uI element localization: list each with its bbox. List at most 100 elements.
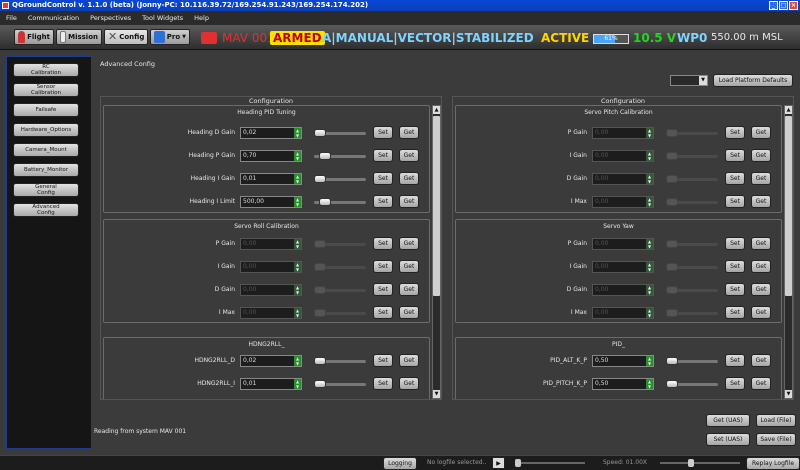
- param-get-button[interactable]: Get: [751, 283, 771, 296]
- param-value-input[interactable]: 0,02 ▲ ▼: [240, 355, 302, 367]
- param-slider[interactable]: [666, 357, 718, 365]
- scroll-thumb[interactable]: [785, 116, 792, 296]
- param-set-button[interactable]: Set: [373, 354, 393, 367]
- flight-view-button[interactable]: Flight: [14, 29, 54, 45]
- spin-arrows-icon[interactable]: ▲ ▼: [646, 356, 653, 366]
- param-get-button[interactable]: Get: [399, 260, 419, 273]
- param-slider[interactable]: [666, 198, 718, 206]
- param-value-input[interactable]: 0,00 ▲ ▼: [592, 238, 654, 250]
- param-value-input[interactable]: 0,02 ▲ ▼: [240, 127, 302, 139]
- param-value-input[interactable]: 0,00 ▲ ▼: [592, 261, 654, 273]
- scroll-up-icon[interactable]: ▲: [433, 106, 440, 114]
- param-set-button[interactable]: Set: [373, 377, 393, 390]
- param-value-input[interactable]: 0,50 ▲ ▼: [592, 378, 654, 390]
- slider-handle[interactable]: [314, 309, 326, 317]
- slider-handle[interactable]: [515, 459, 521, 467]
- param-value-input[interactable]: 0,01 ▲ ▼: [240, 378, 302, 390]
- param-value-input[interactable]: 0,00 ▲ ▼: [240, 238, 302, 250]
- sidebar-item-sensor-calibration[interactable]: Sensor Calibration: [13, 83, 79, 97]
- param-get-button[interactable]: Get: [751, 260, 771, 273]
- scroll-thumb[interactable]: [433, 116, 440, 296]
- slider-handle[interactable]: [666, 240, 678, 248]
- menu-file[interactable]: File: [6, 14, 17, 22]
- slider-handle[interactable]: [666, 175, 678, 183]
- spin-arrows-icon[interactable]: ▲ ▼: [294, 262, 301, 272]
- menu-tool-widgets[interactable]: Tool Widgets: [142, 14, 183, 22]
- slider-handle[interactable]: [318, 152, 331, 160]
- slider-handle[interactable]: [666, 309, 678, 317]
- param-set-button[interactable]: Set: [373, 126, 393, 139]
- slider-handle[interactable]: [666, 152, 678, 160]
- set-uas-button[interactable]: Set (UAS): [706, 433, 750, 446]
- load-file-button[interactable]: Load (File): [756, 414, 796, 427]
- get-uas-button[interactable]: Get (UAS): [706, 414, 750, 427]
- scroll-up-icon[interactable]: ▲: [785, 106, 792, 114]
- slider-handle[interactable]: [314, 357, 326, 365]
- sidebar-item-general-config[interactable]: General Config: [13, 183, 79, 197]
- param-get-button[interactable]: Get: [751, 195, 771, 208]
- param-set-button[interactable]: Set: [725, 354, 745, 367]
- param-set-button[interactable]: Set: [373, 195, 393, 208]
- spin-arrows-icon[interactable]: ▲ ▼: [294, 151, 301, 161]
- param-get-button[interactable]: Get: [399, 126, 419, 139]
- slider-handle[interactable]: [314, 175, 326, 183]
- spin-arrows-icon[interactable]: ▲ ▼: [646, 262, 653, 272]
- param-get-button[interactable]: Get: [751, 306, 771, 319]
- param-set-button[interactable]: Set: [373, 172, 393, 185]
- mission-view-button[interactable]: Mission: [56, 29, 102, 45]
- close-button[interactable]: ×: [789, 1, 798, 10]
- speed-slider[interactable]: [660, 459, 740, 467]
- save-file-button[interactable]: Save (File): [756, 433, 796, 446]
- param-slider[interactable]: [666, 152, 718, 160]
- param-get-button[interactable]: Get: [751, 354, 771, 367]
- param-get-button[interactable]: Get: [399, 283, 419, 296]
- param-value-input[interactable]: 0,50 ▲ ▼: [592, 355, 654, 367]
- config-view-button[interactable]: ✕ Config: [104, 29, 148, 45]
- spin-arrows-icon[interactable]: ▲ ▼: [646, 174, 653, 184]
- param-slider[interactable]: [314, 380, 366, 388]
- param-slider[interactable]: [314, 175, 366, 183]
- spin-arrows-icon[interactable]: ▲ ▼: [294, 285, 301, 295]
- param-set-button[interactable]: Set: [373, 283, 393, 296]
- param-get-button[interactable]: Get: [751, 377, 771, 390]
- param-slider[interactable]: [314, 152, 366, 160]
- param-get-button[interactable]: Get: [751, 126, 771, 139]
- slider-handle[interactable]: [314, 129, 326, 137]
- pro-view-button[interactable]: Pro ▼: [150, 29, 190, 45]
- param-value-input[interactable]: 0,00 ▲ ▼: [592, 307, 654, 319]
- spin-arrows-icon[interactable]: ▲ ▼: [646, 239, 653, 249]
- param-set-button[interactable]: Set: [725, 237, 745, 250]
- slider-handle[interactable]: [314, 380, 326, 388]
- spin-arrows-icon[interactable]: ▲ ▼: [646, 128, 653, 138]
- slider-handle[interactable]: [666, 380, 678, 388]
- param-slider[interactable]: [314, 198, 366, 206]
- param-get-button[interactable]: Get: [399, 149, 419, 162]
- param-value-input[interactable]: 0,01 ▲ ▼: [240, 173, 302, 185]
- spin-arrows-icon[interactable]: ▲ ▼: [294, 128, 301, 138]
- sidebar-item-camera-mount[interactable]: Camera_Mount: [13, 143, 79, 157]
- param-slider[interactable]: [314, 309, 366, 317]
- menu-perspectives[interactable]: Perspectives: [90, 14, 131, 22]
- sidebar-item-rc-calibration[interactable]: RC Calibration: [13, 63, 79, 77]
- sidebar-item-failsafe[interactable]: Failsafe: [13, 103, 79, 117]
- param-slider[interactable]: [666, 129, 718, 137]
- param-set-button[interactable]: Set: [725, 195, 745, 208]
- slider-handle[interactable]: [666, 129, 678, 137]
- param-slider[interactable]: [314, 240, 366, 248]
- menu-help[interactable]: Help: [194, 14, 209, 22]
- param-set-button[interactable]: Set: [373, 149, 393, 162]
- slider-handle[interactable]: [314, 263, 326, 271]
- slider-handle[interactable]: [666, 198, 678, 206]
- column-scrollbar[interactable]: ▲ ▼: [784, 105, 793, 399]
- play-button[interactable]: ▶: [492, 457, 505, 469]
- param-slider[interactable]: [314, 357, 366, 365]
- param-slider[interactable]: [314, 286, 366, 294]
- spin-arrows-icon[interactable]: ▲ ▼: [646, 197, 653, 207]
- param-value-input[interactable]: 0,00 ▲ ▼: [592, 196, 654, 208]
- param-set-button[interactable]: Set: [373, 237, 393, 250]
- minimize-button[interactable]: _: [769, 1, 778, 10]
- slider-handle[interactable]: [666, 357, 678, 365]
- sidebar-item-advanced-config[interactable]: Advanced Config: [13, 203, 79, 217]
- slider-handle[interactable]: [666, 286, 678, 294]
- spin-arrows-icon[interactable]: ▲ ▼: [294, 239, 301, 249]
